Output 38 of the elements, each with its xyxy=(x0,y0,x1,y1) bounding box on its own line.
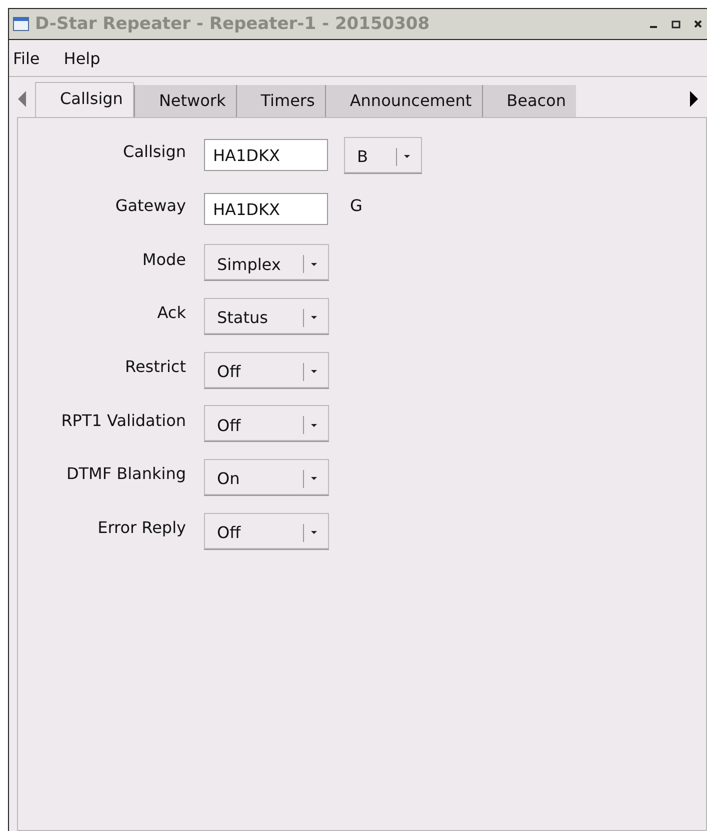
caret-icon xyxy=(403,154,411,160)
field-label: Gateway xyxy=(114,196,187,216)
close-icon[interactable] xyxy=(693,19,703,29)
field-label: Error Reply xyxy=(96,518,187,538)
suffix-text: G xyxy=(350,196,362,216)
caret-icon xyxy=(310,530,318,536)
input-field[interactable]: HA1DKX xyxy=(204,192,328,225)
input-field[interactable]: HA1DKX xyxy=(204,138,328,171)
field-label: DTMF Blanking xyxy=(65,464,187,484)
caret-icon xyxy=(310,369,318,374)
field-label: Callsign xyxy=(122,142,187,162)
scroll-right-icon[interactable] xyxy=(689,89,699,109)
tab[interactable]: Timers xyxy=(236,85,325,117)
dropdown[interactable]: Off xyxy=(204,512,329,549)
maximize-icon[interactable] xyxy=(671,19,681,29)
caret-icon xyxy=(310,422,318,428)
tab[interactable]: Callsign xyxy=(35,82,134,117)
scroll-left-icon[interactable] xyxy=(17,89,27,109)
field-label: Mode xyxy=(141,250,187,269)
dropdown[interactable]: B xyxy=(344,136,422,173)
dropdown[interactable]: Off xyxy=(204,405,329,442)
window-icon xyxy=(13,17,29,31)
dropdown[interactable]: Simplex xyxy=(204,244,329,280)
window-title: D-Star Repeater - Repeater-1 - 20150308 xyxy=(35,14,431,34)
field-label: Ack xyxy=(156,303,187,322)
dropdown[interactable]: Status xyxy=(204,298,329,334)
caret-icon xyxy=(310,315,318,320)
menu-item[interactable]: Help xyxy=(64,48,100,68)
dropdown[interactable]: Off xyxy=(204,352,329,388)
tab[interactable]: Network xyxy=(134,85,236,117)
tab[interactable]: Beacon xyxy=(482,85,576,117)
field-label: Restrict xyxy=(124,357,187,376)
dropdown[interactable]: On xyxy=(204,458,329,495)
field-label: RPT1 Validation xyxy=(60,410,187,430)
tab[interactable]: Announcement xyxy=(324,85,482,117)
caret-icon xyxy=(310,262,318,267)
caret-icon xyxy=(310,476,318,482)
menu-item[interactable]: File xyxy=(13,48,40,68)
